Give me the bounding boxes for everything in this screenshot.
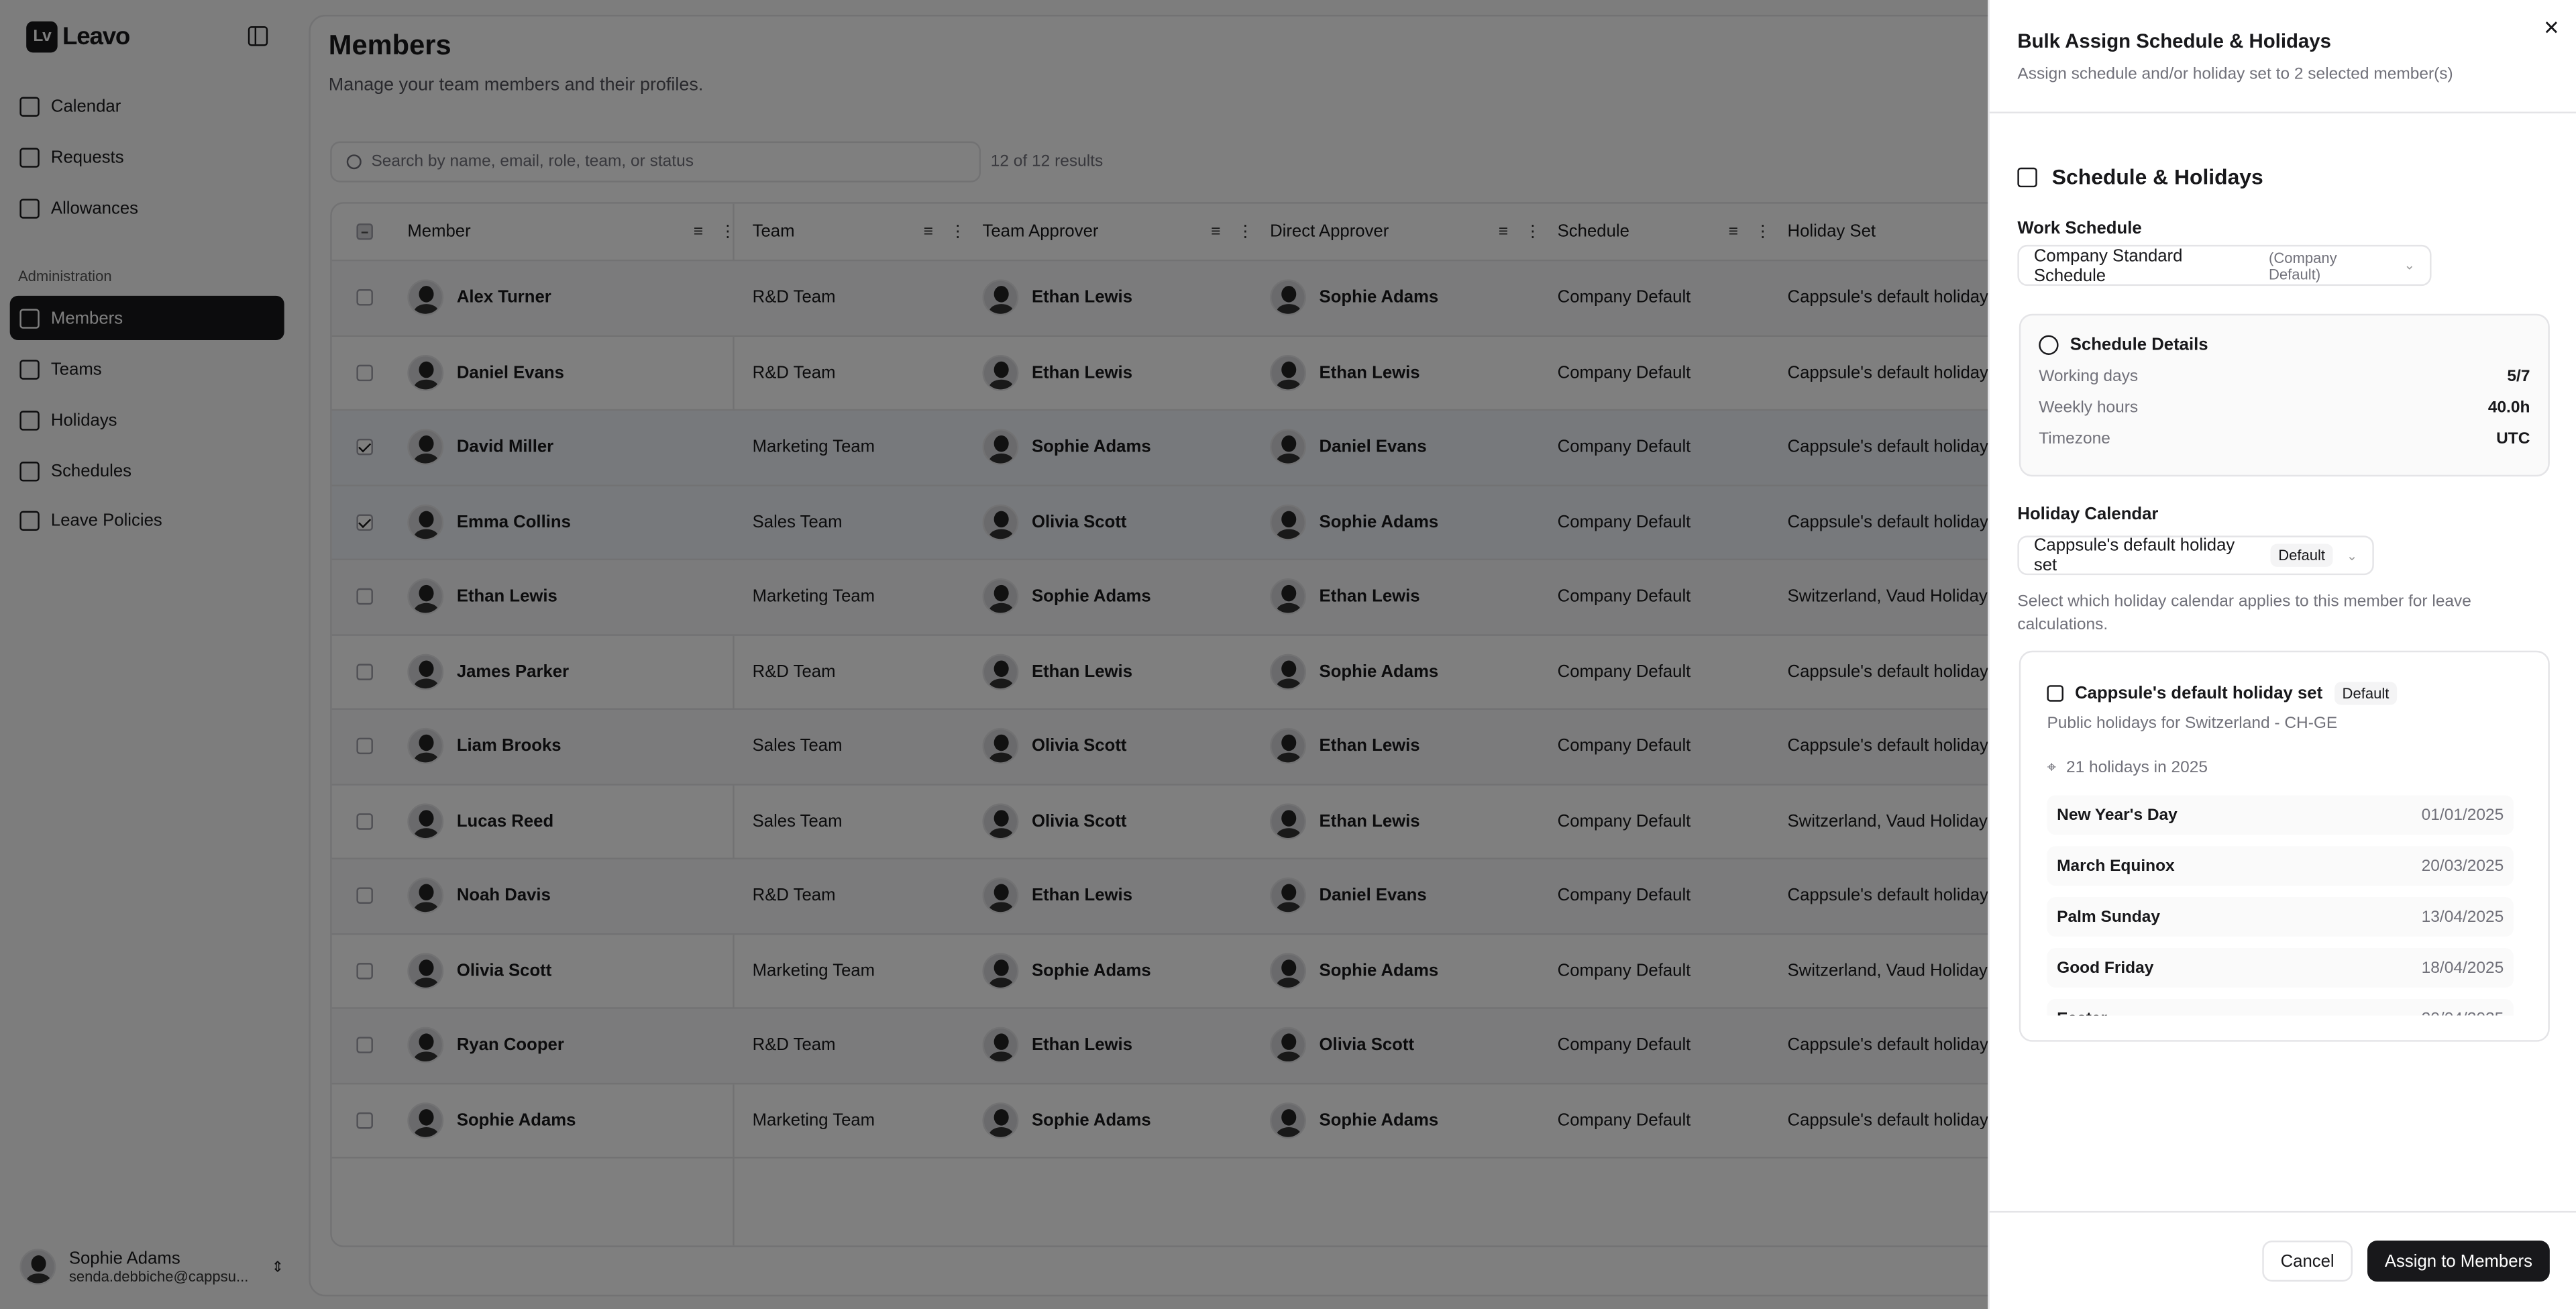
holiday-item: March Equinox 20/03/2025 <box>2047 846 2514 886</box>
drawer-subtitle: Assign schedule and/or holiday set to 2 … <box>2017 65 2453 84</box>
bulk-assign-drawer: Bulk Assign Schedule & Holidays Assign s… <box>1988 0 2576 1309</box>
holiday-set-card: Cappsule's default holiday set Default Pu… <box>2019 650 2550 1042</box>
detail-row: Timezone UTC <box>2039 430 2530 449</box>
section-heading: Schedule & Holidays <box>2051 164 2263 189</box>
drawer-title: Bulk Assign Schedule & Holidays <box>2017 30 2331 53</box>
default-badge: Default <box>2269 543 2334 567</box>
holiday-item: New Year's Day 01/01/2025 <box>2047 795 2514 835</box>
work-schedule-select[interactable]: Company Standard Schedule (Company Defaul… <box>2017 244 2432 286</box>
holiday-calendar-label: Holiday Calendar <box>2017 504 2159 525</box>
holiday-item: Good Friday 18/04/2025 <box>2047 948 2514 988</box>
holiday-calendar-select[interactable]: Cappsule's default holiday set Default ⌄ <box>2017 535 2374 576</box>
close-icon[interactable]: ✕ <box>2543 16 2560 39</box>
holiday-list[interactable]: New Year's Day 01/01/2025 March Equinox 20/… <box>2021 795 2548 1016</box>
holiday-help-text: Select which holiday calendar applies to… <box>2017 593 2471 635</box>
detail-row: Weekly hours 40.0h <box>2039 399 2530 418</box>
work-schedule-label: Work Schedule <box>2017 218 2142 239</box>
schedule-details-card: Schedule Details Working days 5/7 Weekly h… <box>2019 313 2550 477</box>
detail-row: Working days 5/7 <box>2039 368 2530 386</box>
calendar-icon <box>2017 166 2037 187</box>
assign-button[interactable]: Assign to Members <box>2367 1240 2550 1282</box>
chevron-down-icon: ⌄ <box>2346 547 2358 563</box>
cancel-button[interactable]: Cancel <box>2262 1240 2353 1282</box>
calendar-icon <box>2047 685 2063 702</box>
modal-overlay[interactable] <box>0 0 1988 1309</box>
holiday-item: Easter20/04/2025 <box>2047 998 2514 1016</box>
clock-icon <box>2039 335 2059 355</box>
chevron-down-icon: ⌄ <box>2404 258 2416 273</box>
holiday-item: Palm Sunday 13/04/2025 <box>2047 897 2514 937</box>
map-pin-icon: ⌖ <box>2047 759 2057 778</box>
